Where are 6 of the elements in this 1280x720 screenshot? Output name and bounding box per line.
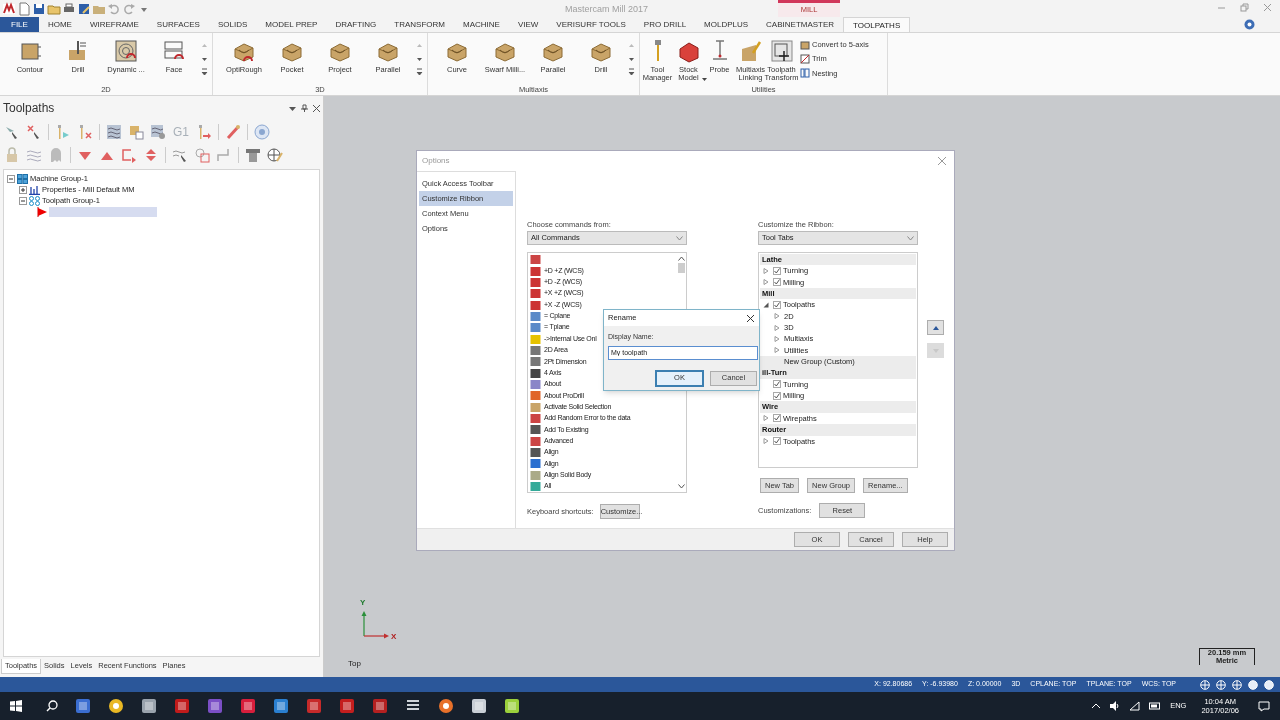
axis-label: Y xyxy=(360,597,366,609)
dialog-title: Options xyxy=(422,155,450,167)
view-label: Top xyxy=(348,658,361,670)
panel-title: Toolpaths xyxy=(3,100,55,117)
window-title: Mastercam Mill 2017 xyxy=(565,3,649,16)
axis-label: X xyxy=(391,631,397,643)
